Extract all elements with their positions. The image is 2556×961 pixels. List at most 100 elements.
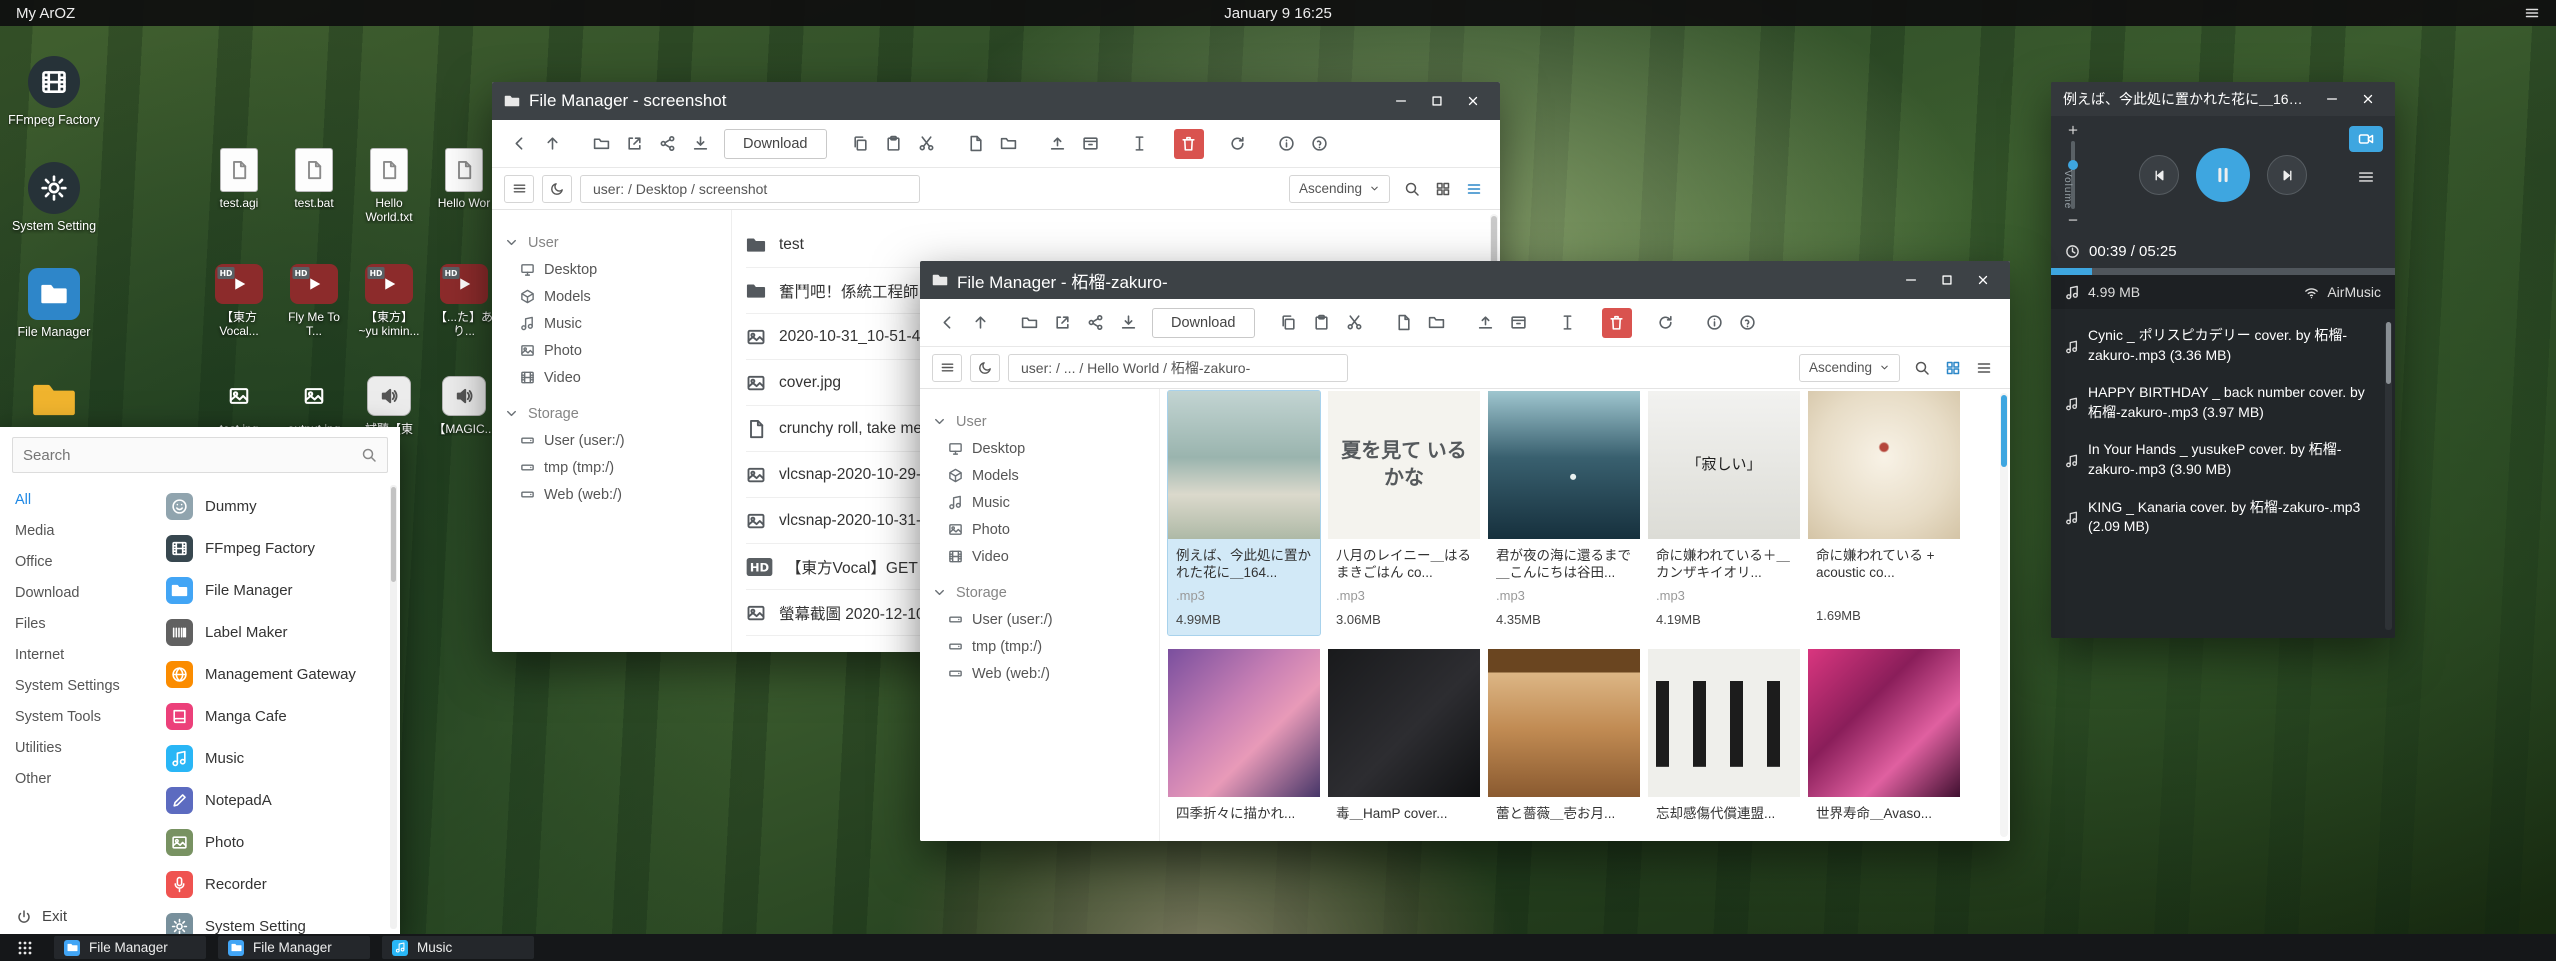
- close-button[interactable]: [2353, 87, 2383, 111]
- desktop-file-icon[interactable]: HD Fly Me To T...: [281, 262, 347, 338]
- music-file-tile[interactable]: 夏を見て いるかな 八月のレイニー＿はるまきごはん co... .mp3 3.0…: [1328, 391, 1480, 635]
- category-item[interactable]: Internet: [0, 640, 152, 671]
- app-item[interactable]: Recorder: [152, 863, 400, 905]
- volume-down-icon[interactable]: [2067, 214, 2079, 226]
- desktop-icon[interactable]: File Manager: [8, 268, 100, 356]
- category-item[interactable]: Utilities: [0, 733, 152, 764]
- sidebar-item[interactable]: User: [492, 229, 731, 256]
- search-icon[interactable]: [1908, 354, 1936, 382]
- copy-icon[interactable]: [846, 129, 876, 159]
- sidebar-item[interactable]: tmp (tmp:/): [920, 633, 1159, 660]
- music-file-tile[interactable]: 世界寿命＿Avaso...: [1808, 649, 1960, 841]
- menu-scrollbar[interactable]: [390, 485, 397, 929]
- search-input[interactable]: [23, 447, 361, 464]
- upload-icon[interactable]: [1471, 308, 1501, 338]
- progress-bar[interactable]: [2051, 268, 2395, 275]
- sidebar-item[interactable]: Music: [920, 489, 1159, 516]
- sidebar-toggle-icon[interactable]: [504, 175, 534, 203]
- newfile-icon[interactable]: [961, 129, 991, 159]
- search-box[interactable]: [12, 437, 388, 473]
- maximize-button[interactable]: [1932, 268, 1962, 292]
- sidebar-item[interactable]: Models: [920, 462, 1159, 489]
- share-icon[interactable]: [1080, 308, 1110, 338]
- app-item[interactable]: File Manager: [152, 569, 400, 611]
- grid-icon[interactable]: [1939, 354, 1967, 382]
- info-icon[interactable]: [1272, 129, 1302, 159]
- up-icon[interactable]: [537, 129, 567, 159]
- refresh-icon[interactable]: [1223, 129, 1253, 159]
- sidebar-item[interactable]: Music: [492, 310, 731, 337]
- download-button[interactable]: Download: [724, 129, 827, 159]
- app-item[interactable]: Management Gateway: [152, 653, 400, 695]
- app-item[interactable]: Dummy: [152, 485, 400, 527]
- desktop-file-icon[interactable]: HD 【...た】あり...: [431, 262, 497, 338]
- desktop-file-icon[interactable]: HD test.agi: [206, 148, 272, 224]
- desktop-file-icon[interactable]: HD 【東方Vocal...: [206, 262, 272, 338]
- newfolder-icon[interactable]: [1422, 308, 1452, 338]
- output-label[interactable]: AirMusic: [2327, 284, 2381, 300]
- playlist-item[interactable]: HAPPY BIRTHDAY _ back number cover. by 柘…: [2061, 374, 2379, 431]
- close-button[interactable]: [1458, 89, 1488, 113]
- newfile-icon[interactable]: [1389, 308, 1419, 338]
- previous-track-button[interactable]: [2139, 155, 2179, 195]
- music-file-tile[interactable]: 蕾と薔薇＿壱お月...: [1488, 649, 1640, 841]
- close-button[interactable]: [1968, 268, 1998, 292]
- category-item[interactable]: Other: [0, 764, 152, 795]
- desktop-file-icon[interactable]: HD test.bat: [281, 148, 347, 224]
- desktop-file-icon[interactable]: HD 【東方】~yu kimin...: [356, 262, 422, 338]
- share-icon[interactable]: [652, 129, 682, 159]
- volume-up-icon[interactable]: [2067, 124, 2079, 136]
- music-file-tile[interactable]: 四季折々に描かれ...: [1168, 649, 1320, 841]
- app-item[interactable]: System Setting: [152, 905, 400, 935]
- rename-icon[interactable]: [1553, 308, 1583, 338]
- sidebar-item[interactable]: tmp (tmp:/): [492, 454, 731, 481]
- breadcrumb[interactable]: user: / Desktop / screenshot: [580, 175, 920, 203]
- help-icon[interactable]: [1305, 129, 1335, 159]
- download-icon[interactable]: [1113, 308, 1143, 338]
- minimize-button[interactable]: [1386, 89, 1416, 113]
- desktop-icon[interactable]: System Setting: [8, 162, 100, 250]
- sidebar-item[interactable]: User: [920, 408, 1159, 435]
- taskbar-item[interactable]: File Manager: [218, 936, 370, 959]
- download-icon[interactable]: [685, 129, 715, 159]
- moon-icon[interactable]: [542, 175, 572, 203]
- refresh-icon[interactable]: [1651, 308, 1681, 338]
- cut-icon[interactable]: [1340, 308, 1370, 338]
- music-file-tile[interactable]: 毒＿HamP cover...: [1328, 649, 1480, 841]
- trash-icon[interactable]: [1602, 308, 1632, 338]
- playlist-item[interactable]: Cynic _ ポリスピカデリー cover. by 柘榴-zakuro-.mp…: [2061, 317, 2379, 374]
- grid-icon[interactable]: [1429, 175, 1457, 203]
- desktop-icon[interactable]: FFmpeg Factory: [8, 56, 100, 144]
- copy-icon[interactable]: [1274, 308, 1304, 338]
- minimize-button[interactable]: [1896, 268, 1926, 292]
- breadcrumb[interactable]: user: / ... / Hello World / 柘榴-zakuro-: [1008, 354, 1348, 382]
- category-item[interactable]: Media: [0, 516, 152, 547]
- sort-dropdown[interactable]: Ascending: [1799, 354, 1900, 382]
- sidebar-item[interactable]: Photo: [920, 516, 1159, 543]
- sidebar-item[interactable]: Web (web:/): [920, 660, 1159, 687]
- back-icon[interactable]: [504, 129, 534, 159]
- sidebar-item[interactable]: Storage: [492, 400, 731, 427]
- download-button[interactable]: Download: [1152, 308, 1255, 338]
- taskbar-item[interactable]: Music: [382, 936, 534, 959]
- sidebar-item[interactable]: Desktop: [492, 256, 731, 283]
- category-item[interactable]: Download: [0, 578, 152, 609]
- pause-button[interactable]: [2196, 148, 2250, 202]
- playlist-scrollbar[interactable]: [2385, 322, 2392, 630]
- category-item[interactable]: Office: [0, 547, 152, 578]
- sidebar-item[interactable]: User (user:/): [492, 427, 731, 454]
- info-icon[interactable]: [1700, 308, 1730, 338]
- minimize-button[interactable]: [2317, 87, 2347, 111]
- top-menu-icon[interactable]: [2524, 5, 2540, 21]
- app-item[interactable]: Label Maker: [152, 611, 400, 653]
- playlist-item[interactable]: In Your Hands _ yusukeP cover. by 柘榴-zak…: [2061, 431, 2379, 488]
- archive-icon[interactable]: [1504, 308, 1534, 338]
- folderopen-icon[interactable]: [586, 129, 616, 159]
- moon-icon[interactable]: [970, 354, 1000, 382]
- volume-slider-thumb[interactable]: [2068, 160, 2078, 170]
- search-icon[interactable]: [361, 447, 377, 463]
- cut-icon[interactable]: [912, 129, 942, 159]
- trash-icon[interactable]: [1174, 129, 1204, 159]
- app-item[interactable]: FFmpeg Factory: [152, 527, 400, 569]
- music-file-tile[interactable]: 君が夜の海に還るまで＿こんにちは谷田... .mp3 4.35MB: [1488, 391, 1640, 635]
